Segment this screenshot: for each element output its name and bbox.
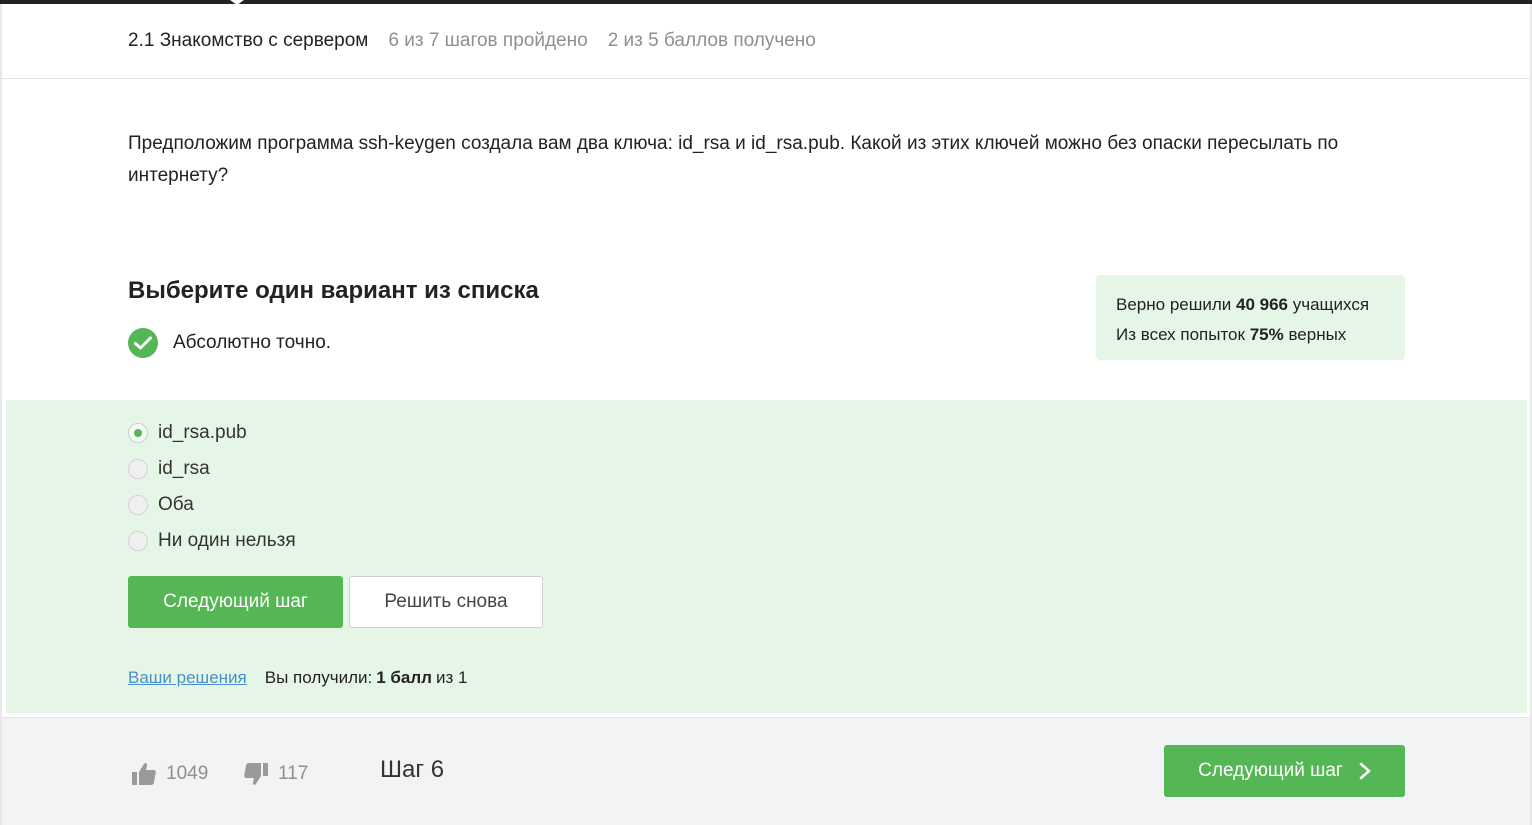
feedback-text: Абсолютно точно. bbox=[173, 332, 332, 353]
step-number: Шаг 6 bbox=[380, 756, 445, 783]
radio[interactable] bbox=[128, 459, 148, 479]
result-row: Ваши решения Вы получили: 1 балл из 1 bbox=[128, 668, 467, 688]
received-suffix: из 1 bbox=[435, 668, 468, 687]
thumbs-up-icon bbox=[132, 763, 156, 785]
attempts-stat: Из всех попыток 75% верных bbox=[1116, 320, 1385, 350]
next-step-button[interactable]: Следующий шаг bbox=[128, 576, 343, 628]
solved-prefix: Верно решили bbox=[1116, 295, 1232, 314]
attempts-suffix: верных bbox=[1288, 325, 1347, 344]
footer-next-label: Следующий шаг bbox=[1198, 760, 1343, 781]
received-points: 1 балл bbox=[376, 668, 432, 687]
your-solutions-link[interactable]: Ваши решения bbox=[128, 668, 247, 688]
option-none[interactable]: Ни один нельзя bbox=[128, 530, 296, 552]
attempts-percent: 75% bbox=[1249, 325, 1284, 344]
steps-progress: 6 из 7 шагов пройдено bbox=[388, 30, 588, 51]
lesson-header: 2.1 Знакомство с сервером 6 из 7 шагов п… bbox=[2, 4, 1530, 79]
radio[interactable] bbox=[128, 531, 148, 551]
solved-suffix: учащихся bbox=[1292, 295, 1370, 314]
attempts-prefix: Из всех попыток bbox=[1116, 325, 1245, 344]
question-text: Предположим программа ssh-keygen создала… bbox=[128, 133, 1339, 186]
solve-again-button[interactable]: Решить снова bbox=[349, 576, 543, 628]
answer-area: id_rsa.pub id_rsa Оба Ни один нельзя Сле… bbox=[6, 400, 1527, 713]
thumbs-down-icon bbox=[244, 763, 268, 785]
like-button[interactable]: 1049 bbox=[130, 760, 208, 788]
radio[interactable] bbox=[128, 495, 148, 515]
option-label: id_rsa.pub bbox=[158, 422, 247, 443]
option-label: id_rsa bbox=[158, 458, 210, 479]
radio-selected[interactable] bbox=[128, 423, 148, 443]
option-label: Оба bbox=[158, 494, 194, 515]
quiz-title: Выберите один вариант из списка bbox=[128, 277, 539, 304]
frame-border-left bbox=[0, 4, 2, 825]
step-footer: 1049 117 Шаг 6 Следующий шаг bbox=[2, 717, 1530, 825]
correct-feedback: Абсолютно точно. bbox=[128, 328, 331, 358]
footer-next-step-button[interactable]: Следующий шаг bbox=[1164, 745, 1405, 797]
option-id-rsa-pub[interactable]: id_rsa.pub bbox=[128, 422, 247, 444]
option-both[interactable]: Оба bbox=[128, 494, 194, 516]
dislikes-count: 117 bbox=[278, 763, 309, 784]
solved-count: 40 966 bbox=[1236, 295, 1289, 314]
likes-count: 1049 bbox=[166, 763, 209, 784]
check-circle-icon bbox=[128, 328, 158, 358]
option-id-rsa[interactable]: id_rsa bbox=[128, 458, 210, 480]
option-label: Ни один нельзя bbox=[158, 530, 296, 551]
dislike-button[interactable]: 117 bbox=[242, 760, 308, 788]
score-progress: 2 из 5 баллов получено bbox=[607, 30, 816, 51]
received-prefix: Вы получили: bbox=[264, 668, 373, 687]
stats-box: Верно решили 40 966 учащихся Из всех поп… bbox=[1096, 275, 1405, 360]
lesson-title[interactable]: 2.1 Знакомство с сервером bbox=[128, 30, 368, 52]
solved-stat: Верно решили 40 966 учащихся bbox=[1116, 290, 1385, 320]
chevron-right-icon bbox=[1359, 762, 1371, 780]
